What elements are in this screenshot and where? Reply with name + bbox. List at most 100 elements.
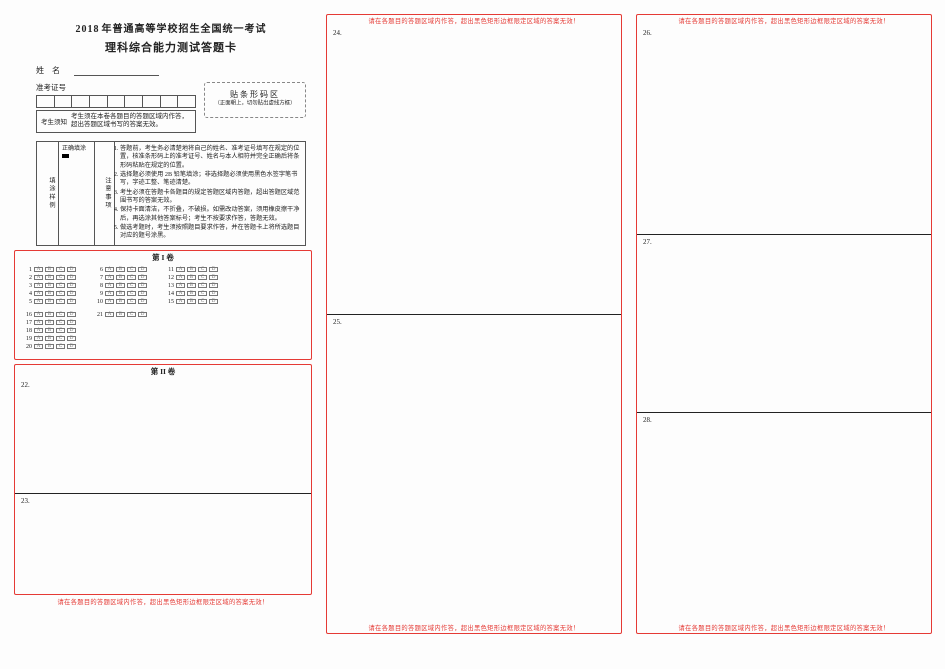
bubble-row[interactable]: 4ABCD bbox=[23, 291, 76, 297]
bubble-option[interactable]: A bbox=[34, 344, 43, 349]
bubble-option[interactable]: C bbox=[198, 275, 207, 280]
bubble-row[interactable]: 11ABCD bbox=[165, 267, 218, 273]
bubble-option[interactable]: D bbox=[67, 336, 76, 341]
bubble-option[interactable]: D bbox=[67, 328, 76, 333]
bubble-option[interactable]: A bbox=[34, 283, 43, 288]
bubble-option[interactable]: A bbox=[34, 299, 43, 304]
answer-area-27[interactable]: 27. bbox=[637, 234, 931, 412]
bubble-option[interactable]: C bbox=[127, 267, 136, 272]
bubble-option[interactable]: B bbox=[45, 275, 54, 280]
bubble-option[interactable]: D bbox=[138, 267, 147, 272]
bubble-option[interactable]: C bbox=[127, 275, 136, 280]
bubble-row[interactable]: 15ABCD bbox=[165, 299, 218, 305]
bubble-row[interactable]: 5ABCD bbox=[23, 299, 76, 305]
bubble-option[interactable]: A bbox=[176, 291, 185, 296]
bubble-option[interactable]: D bbox=[209, 299, 218, 304]
bubble-option[interactable]: D bbox=[209, 275, 218, 280]
bubble-row[interactable]: 12ABCD bbox=[165, 275, 218, 281]
bubble-option[interactable]: B bbox=[45, 320, 54, 325]
bubble-option[interactable]: D bbox=[138, 291, 147, 296]
bubble-row[interactable]: 17ABCD bbox=[23, 320, 76, 326]
bubble-option[interactable]: A bbox=[34, 291, 43, 296]
answer-area-26[interactable]: 26. bbox=[637, 26, 931, 234]
bubble-option[interactable]: B bbox=[45, 299, 54, 304]
bubble-row[interactable]: 18ABCD bbox=[23, 328, 76, 334]
bubble-option[interactable]: A bbox=[34, 336, 43, 341]
bubble-option[interactable]: C bbox=[56, 267, 65, 272]
bubble-row[interactable]: 13ABCD bbox=[165, 283, 218, 289]
bubble-option[interactable]: C bbox=[56, 291, 65, 296]
bubble-option[interactable]: B bbox=[116, 275, 125, 280]
answer-area-22[interactable]: 22. bbox=[15, 378, 311, 493]
bubble-option[interactable]: C bbox=[198, 291, 207, 296]
bubble-option[interactable]: A bbox=[105, 283, 114, 288]
bubble-area[interactable]: 1ABCD2ABCD3ABCD4ABCD5ABCD6ABCD7ABCD8ABCD… bbox=[15, 264, 311, 359]
bubble-option[interactable]: B bbox=[116, 312, 125, 317]
bubble-option[interactable]: D bbox=[209, 291, 218, 296]
bubble-option[interactable]: A bbox=[176, 267, 185, 272]
bubble-row[interactable]: 10ABCD bbox=[94, 299, 147, 305]
bubble-option[interactable]: D bbox=[67, 344, 76, 349]
bubble-option[interactable]: A bbox=[176, 275, 185, 280]
bubble-option[interactable]: A bbox=[176, 299, 185, 304]
bubble-option[interactable]: C bbox=[198, 299, 207, 304]
bubble-option[interactable]: B bbox=[116, 299, 125, 304]
bubble-row[interactable]: 14ABCD bbox=[165, 291, 218, 297]
exam-id-grid[interactable] bbox=[36, 95, 196, 108]
bubble-option[interactable]: B bbox=[45, 283, 54, 288]
bubble-option[interactable]: B bbox=[187, 275, 196, 280]
bubble-option[interactable]: C bbox=[56, 336, 65, 341]
bubble-option[interactable]: B bbox=[45, 291, 54, 296]
bubble-option[interactable]: C bbox=[127, 299, 136, 304]
bubble-option[interactable]: A bbox=[34, 328, 43, 333]
answer-area-23[interactable]: 23. bbox=[15, 493, 311, 594]
bubble-option[interactable]: C bbox=[56, 299, 65, 304]
bubble-option[interactable]: A bbox=[176, 283, 185, 288]
bubble-option[interactable]: C bbox=[56, 320, 65, 325]
bubble-option[interactable]: B bbox=[187, 291, 196, 296]
bubble-option[interactable]: B bbox=[116, 283, 125, 288]
bubble-option[interactable]: B bbox=[187, 299, 196, 304]
bubble-option[interactable]: A bbox=[34, 320, 43, 325]
bubble-option[interactable]: C bbox=[56, 344, 65, 349]
bubble-row[interactable]: 9ABCD bbox=[94, 291, 147, 297]
name-input-line[interactable] bbox=[74, 66, 159, 76]
bubble-option[interactable]: C bbox=[56, 283, 65, 288]
bubble-option[interactable]: C bbox=[198, 267, 207, 272]
bubble-row[interactable]: 3ABCD bbox=[23, 283, 76, 289]
bubble-option[interactable]: B bbox=[116, 267, 125, 272]
bubble-row[interactable]: 20ABCD bbox=[23, 344, 76, 350]
bubble-option[interactable]: C bbox=[56, 312, 65, 317]
answer-area-24[interactable]: 24. bbox=[327, 26, 621, 314]
bubble-option[interactable]: A bbox=[34, 312, 43, 317]
answer-area-25[interactable]: 25. bbox=[327, 314, 621, 621]
bubble-option[interactable]: D bbox=[67, 320, 76, 325]
bubble-option[interactable]: C bbox=[127, 283, 136, 288]
bubble-row[interactable]: 21ABCD bbox=[94, 312, 147, 318]
bubble-option[interactable]: A bbox=[105, 312, 114, 317]
bubble-option[interactable]: C bbox=[127, 291, 136, 296]
bubble-option[interactable]: D bbox=[138, 275, 147, 280]
bubble-option[interactable]: B bbox=[45, 328, 54, 333]
bubble-option[interactable]: D bbox=[67, 267, 76, 272]
bubble-option[interactable]: D bbox=[138, 283, 147, 288]
bubble-option[interactable]: A bbox=[105, 299, 114, 304]
bubble-row[interactable]: 16ABCD bbox=[23, 312, 76, 318]
bubble-option[interactable]: D bbox=[209, 283, 218, 288]
bubble-option[interactable]: D bbox=[67, 275, 76, 280]
bubble-option[interactable]: B bbox=[45, 267, 54, 272]
bubble-option[interactable]: D bbox=[67, 283, 76, 288]
bubble-option[interactable]: D bbox=[67, 299, 76, 304]
bubble-option[interactable]: A bbox=[105, 275, 114, 280]
bubble-option[interactable]: D bbox=[67, 291, 76, 296]
bubble-row[interactable]: 19ABCD bbox=[23, 336, 76, 342]
bubble-option[interactable]: B bbox=[187, 283, 196, 288]
bubble-option[interactable]: B bbox=[45, 344, 54, 349]
bubble-option[interactable]: D bbox=[209, 267, 218, 272]
bubble-option[interactable]: D bbox=[138, 299, 147, 304]
bubble-option[interactable]: B bbox=[187, 267, 196, 272]
bubble-option[interactable]: B bbox=[116, 291, 125, 296]
bubble-option[interactable]: D bbox=[138, 312, 147, 317]
bubble-row[interactable]: 7ABCD bbox=[94, 275, 147, 281]
bubble-option[interactable]: B bbox=[45, 336, 54, 341]
